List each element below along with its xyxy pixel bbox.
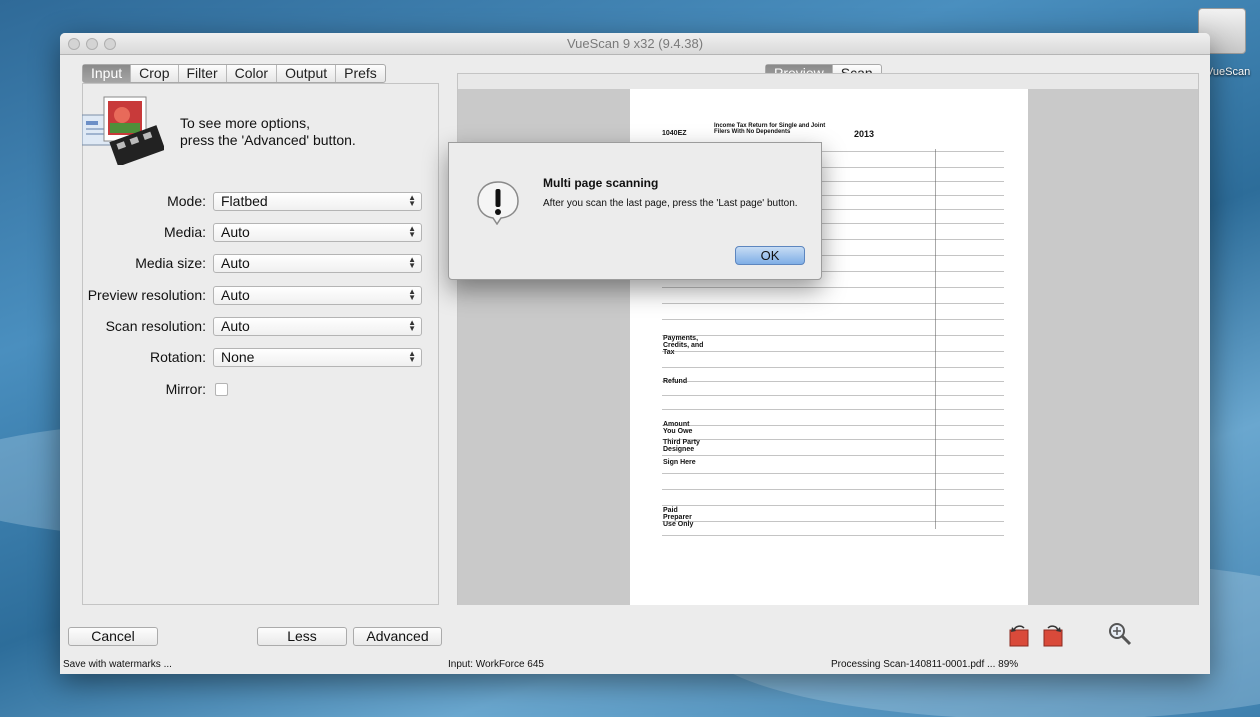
scanner-photo-icon — [82, 96, 164, 165]
chevron-updown-icon: ▲ ▼ — [408, 318, 416, 333]
document-section-preparer: Paid Preparer Use Only — [663, 507, 694, 528]
form-line — [662, 535, 1004, 536]
form-line — [662, 439, 1004, 440]
rotate-left-icon[interactable] — [1006, 622, 1032, 648]
preview-resolution-label: Preview resolution: — [87, 287, 206, 303]
document-section-amount-owe: Amount You Owe — [663, 421, 693, 435]
chevron-updown-icon: ▲ ▼ — [408, 349, 416, 364]
preview-resolution-value: Auto — [221, 287, 250, 303]
left-tab-bar: Input Crop Filter Color Output Prefs — [82, 64, 386, 83]
tab-color[interactable]: Color — [227, 65, 278, 82]
form-column-line — [935, 149, 936, 529]
media-size-value: Auto — [221, 255, 250, 271]
tab-crop[interactable]: Crop — [131, 65, 179, 82]
document-form-number: 1040EZ — [662, 130, 687, 137]
advanced-hint-text: To see more options, press the 'Advanced… — [180, 115, 356, 148]
status-right: Processing Scan-140811-0001.pdf ... 89% — [831, 659, 1019, 670]
status-middle: Input: WorkForce 645 — [448, 659, 544, 670]
scan-resolution-value: Auto — [221, 318, 250, 334]
form-line — [662, 351, 1004, 352]
alert-icon — [477, 181, 519, 225]
mirror-label: Mirror: — [165, 381, 206, 397]
zoom-icon[interactable] — [1107, 621, 1133, 647]
form-line — [662, 319, 1004, 320]
form-line — [662, 303, 1004, 304]
form-line — [662, 395, 1004, 396]
form-line — [662, 381, 1004, 382]
form-line — [662, 505, 1004, 506]
rotation-select[interactable]: None ▲ ▼ — [213, 348, 422, 367]
ok-button[interactable]: OK — [735, 246, 805, 265]
multi-page-dialog: Multi page scanning After you scan the l… — [448, 142, 822, 280]
scan-resolution-select[interactable]: Auto ▲ ▼ — [213, 317, 422, 336]
form-line — [662, 409, 1004, 410]
less-button[interactable]: Less — [257, 627, 347, 646]
form-line — [662, 287, 1004, 288]
document-section-payments: Payments, Credits, and Tax — [663, 335, 704, 356]
form-line — [662, 425, 1004, 426]
zoom-window-button[interactable] — [104, 38, 116, 50]
dialog-message: After you scan the last page, press the … — [543, 198, 798, 209]
dialog-title: Multi page scanning — [543, 176, 659, 190]
mode-label: Mode: — [167, 193, 206, 209]
form-line — [662, 473, 1004, 474]
rotate-right-icon[interactable] — [1040, 622, 1066, 648]
advanced-button[interactable]: Advanced — [353, 627, 442, 646]
status-left: Save with watermarks ... — [63, 659, 172, 670]
media-value: Auto — [221, 224, 250, 240]
media-size-select[interactable]: Auto ▲ ▼ — [213, 254, 422, 273]
tab-prefs[interactable]: Prefs — [336, 65, 385, 82]
cancel-button[interactable]: Cancel — [68, 627, 158, 646]
chevron-updown-icon: ▲ ▼ — [408, 224, 416, 239]
tab-output[interactable]: Output — [277, 65, 337, 82]
mode-select[interactable]: Flatbed ▲ ▼ — [213, 192, 422, 211]
chevron-updown-icon: ▲ ▼ — [408, 193, 416, 208]
vuescan-window: VueScan 9 x32 (9.4.38) Input Crop Filter… — [60, 33, 1210, 674]
preview-resolution-select[interactable]: Auto ▲ ▼ — [213, 286, 422, 305]
desktop-icon-label[interactable]: VueScan — [1206, 66, 1250, 78]
document-heading: Income Tax Return for Single and Joint F… — [714, 123, 826, 135]
form-line — [662, 455, 1004, 456]
chevron-updown-icon: ▲ ▼ — [408, 287, 416, 302]
form-line — [662, 521, 1004, 522]
tab-filter[interactable]: Filter — [179, 65, 227, 82]
close-window-button[interactable] — [68, 38, 80, 50]
rotation-value: None — [221, 349, 255, 365]
media-select[interactable]: Auto ▲ ▼ — [213, 223, 422, 242]
mirror-checkbox[interactable] — [215, 383, 228, 396]
mode-value: Flatbed — [221, 193, 268, 209]
media-label: Media: — [163, 224, 206, 240]
tab-input[interactable]: Input — [83, 65, 132, 82]
document-year: 2013 — [854, 129, 875, 139]
document-section-sign: Sign Here — [663, 459, 696, 466]
minimize-window-button[interactable] — [86, 38, 98, 50]
scan-resolution-label: Scan resolution: — [105, 318, 206, 334]
chevron-updown-icon: ▲ ▼ — [408, 255, 416, 270]
rotation-label: Rotation: — [149, 349, 206, 365]
form-line — [662, 335, 1004, 336]
form-line — [662, 489, 1004, 490]
form-line — [662, 367, 1004, 368]
title-bar: VueScan 9 x32 (9.4.38) — [60, 33, 1210, 55]
window-title: VueScan 9 x32 (9.4.38) — [566, 36, 704, 51]
media-size-label: Media size: — [135, 255, 206, 271]
document-section-third-party: Third Party Designee — [663, 439, 700, 453]
